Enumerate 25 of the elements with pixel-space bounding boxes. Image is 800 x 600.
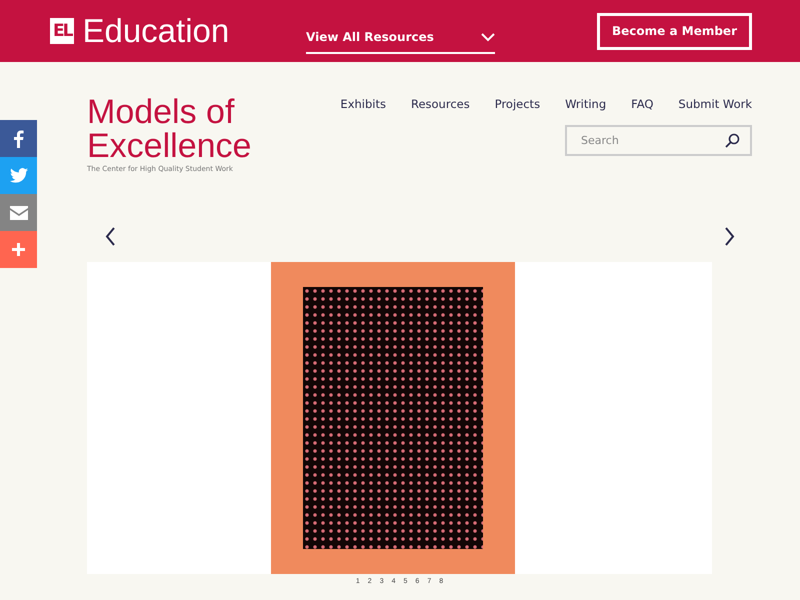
logo-text[interactable]: Education — [82, 12, 230, 50]
nav-link[interactable]: Projects — [494, 97, 540, 111]
nav-link[interactable]: Submit Work — [678, 97, 752, 111]
become-member-button[interactable]: Become a Member — [597, 12, 752, 50]
logo-mark[interactable]: EL — [50, 18, 74, 44]
twitter-share-button[interactable] — [0, 157, 37, 194]
more-share-button[interactable] — [0, 231, 37, 268]
search-icon[interactable] — [725, 133, 740, 148]
nav-link[interactable]: Exhibits — [340, 97, 386, 111]
plus-icon — [12, 243, 25, 256]
nav-link[interactable]: Writing — [565, 97, 606, 111]
email-share-button[interactable] — [0, 194, 37, 231]
chevron-icon — [481, 32, 495, 42]
nav-link[interactable]: FAQ — [631, 97, 654, 111]
resources-dropdown[interactable]: View All Resources — [306, 22, 495, 54]
site-title[interactable]: Models of — [87, 95, 252, 129]
next-arrow-icon[interactable] — [724, 226, 735, 246]
bird-icon — [10, 168, 28, 183]
search-field[interactable]: Search — [565, 125, 752, 156]
envelope-icon — [10, 206, 28, 220]
nav-link[interactable]: Resources — [410, 97, 470, 111]
facebook-icon — [13, 130, 24, 148]
facebook-share-button[interactable] — [0, 120, 37, 157]
previous-arrow-icon[interactable] — [105, 226, 116, 246]
site-title[interactable]: Excellence — [87, 129, 252, 163]
